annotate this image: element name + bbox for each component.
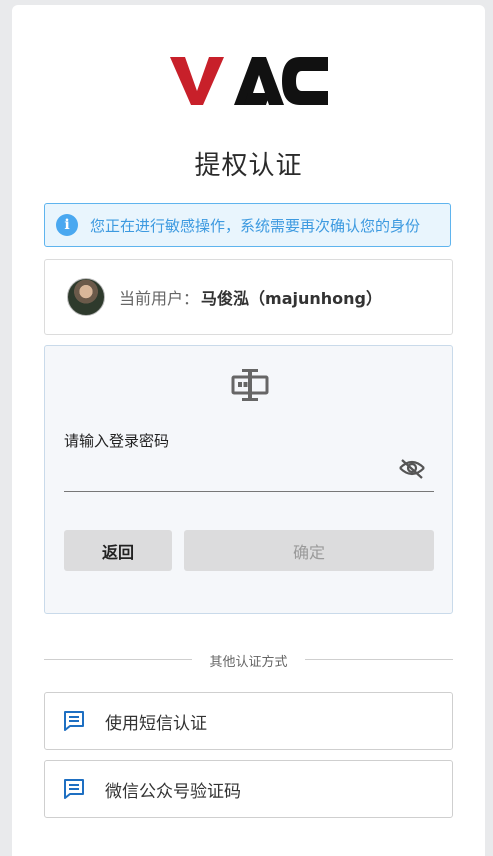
auth-card: 提权认证 i 您正在进行敏感操作，系统需要再次确认您的身份 当前用户： 马俊泓（… (12, 5, 485, 856)
back-button[interactable]: 返回 (64, 530, 172, 571)
divider-line-right (305, 659, 453, 660)
page-title: 提权认证 (194, 151, 303, 181)
current-user-label: 当前用户： (119, 289, 200, 308)
eye-off-icon[interactable] (398, 458, 426, 482)
password-input[interactable] (64, 456, 434, 492)
other-methods-label: 其他认证方式 (209, 655, 288, 670)
wechat-auth-option[interactable]: 微信公众号验证码 (44, 760, 453, 818)
password-auth-panel: 请输入登录密码 返回 确定 (44, 345, 453, 614)
notice-text: 您正在进行敏感操作，系统需要再次确认您的身份 (90, 216, 421, 235)
password-label: 请输入登录密码 (64, 432, 170, 450)
avatar (67, 278, 105, 316)
wechat-auth-label: 微信公众号验证码 (105, 781, 241, 802)
info-icon: i (56, 214, 78, 236)
security-notice: i 您正在进行敏感操作，系统需要再次确认您的身份 (44, 203, 451, 247)
chat-icon (64, 711, 84, 731)
confirm-button[interactable]: 确定 (184, 530, 434, 571)
vac-logo (170, 57, 328, 105)
other-methods-divider: 其他认证方式 (44, 651, 453, 671)
current-user-name: 马俊泓（majunhong） (201, 289, 382, 308)
sms-auth-label: 使用短信认证 (105, 713, 207, 734)
password-auth-icon (231, 369, 269, 401)
current-user-box: 当前用户： 马俊泓（majunhong） (44, 259, 453, 335)
sms-auth-option[interactable]: 使用短信认证 (44, 692, 453, 750)
chat-icon (64, 779, 84, 799)
